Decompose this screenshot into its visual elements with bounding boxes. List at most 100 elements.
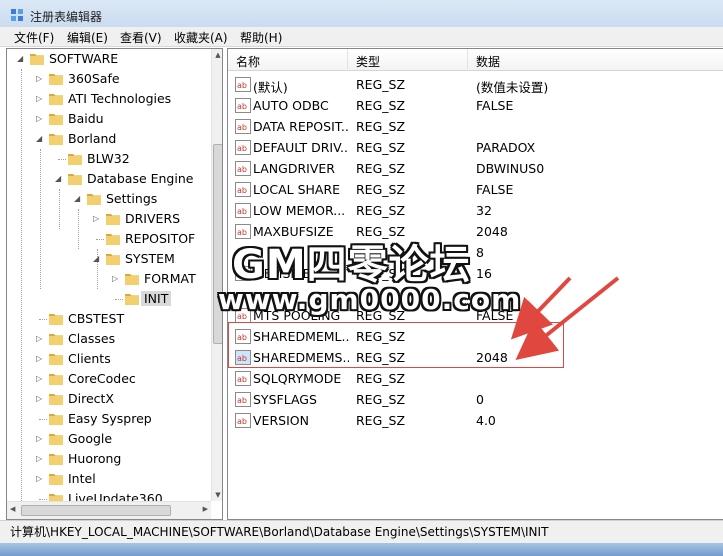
folder-icon [124, 291, 140, 306]
string-value-icon: ab [235, 161, 251, 176]
column-name[interactable]: 名称 [228, 49, 348, 71]
value-type: REG_SZ [356, 98, 406, 113]
collapse-arrow-icon[interactable]: ▷ [36, 435, 44, 443]
tree-item-label: Baidu [68, 111, 104, 126]
value-name: DEFAULT DRIV... [253, 140, 349, 155]
value-row[interactable]: ab (默认) REG_SZ (数值未设置) [228, 74, 723, 95]
tree-item-label: Borland [68, 131, 117, 146]
svg-text:ab: ab [237, 81, 247, 90]
watermark-url: www.gm0000.com [218, 283, 522, 316]
string-value-icon: ab [235, 182, 251, 197]
tree-item-label: SOFTWARE [49, 51, 119, 66]
value-type: REG_SZ [356, 77, 406, 92]
folder-icon [105, 211, 121, 226]
folder-icon [48, 111, 64, 126]
expand-arrow-icon[interactable]: ◢ [74, 195, 82, 203]
value-data: 2048 [476, 224, 508, 239]
string-value-icon: ab [235, 119, 251, 134]
tree-item-label: CBSTEST [68, 311, 125, 326]
value-name: AUTO ODBC [253, 98, 329, 113]
scroll-up-icon[interactable]: ▲ [212, 49, 222, 61]
folder-icon [48, 131, 64, 146]
menu-view[interactable]: 查看(V) [118, 29, 164, 46]
tree-connector [115, 299, 123, 300]
collapse-arrow-icon[interactable]: ▷ [36, 375, 44, 383]
value-name: SQLQRYMODE [253, 371, 342, 386]
column-type-label: 类型 [356, 55, 381, 69]
folder-icon [48, 431, 64, 446]
value-row[interactable]: ab DATA REPOSIT... REG_SZ [228, 116, 723, 137]
taskbar-strip [0, 543, 723, 556]
title-bar: 注册表编辑器 [0, 0, 723, 30]
collapse-arrow-icon[interactable]: ▷ [93, 215, 101, 223]
tree-guide-line [59, 189, 60, 229]
collapse-arrow-icon[interactable]: ▷ [36, 75, 44, 83]
value-row[interactable]: ab SQLQRYMODE REG_SZ [228, 368, 723, 389]
value-data: 32 [476, 203, 492, 218]
scroll-right-icon[interactable]: ▶ [203, 505, 208, 513]
menu-bar: 文件(F) 编辑(E) 查看(V) 收藏夹(A) 帮助(H) [0, 27, 723, 47]
tree-connector [39, 499, 47, 500]
string-value-icon: ab [235, 392, 251, 407]
tree-item-label: Easy Sysprep [68, 411, 152, 426]
column-data-label: 数据 [476, 55, 501, 69]
value-row[interactable]: ab VERSION REG_SZ 4.0 [228, 410, 723, 431]
collapse-arrow-icon[interactable]: ▷ [112, 275, 120, 283]
column-data[interactable]: 数据 [468, 49, 723, 71]
value-row[interactable]: ab LOCAL SHARE REG_SZ FALSE [228, 179, 723, 200]
collapse-arrow-icon[interactable]: ▷ [36, 355, 44, 363]
tree-hscroll-thumb[interactable] [21, 505, 171, 516]
collapse-arrow-icon[interactable]: ▷ [36, 395, 44, 403]
folder-icon [48, 371, 64, 386]
scroll-down-icon[interactable]: ▼ [212, 489, 222, 501]
collapse-arrow-icon[interactable]: ▷ [36, 95, 44, 103]
folder-icon [48, 471, 64, 486]
expand-arrow-icon[interactable]: ◢ [93, 255, 101, 263]
value-data: FALSE [476, 182, 514, 197]
menu-favorites[interactable]: 收藏夹(A) [172, 29, 230, 46]
column-type[interactable]: 类型 [348, 49, 468, 71]
value-type: REG_SZ [356, 182, 406, 197]
tree-item-label: DirectX [68, 391, 114, 406]
column-name-label: 名称 [236, 55, 261, 69]
tree-horizontal-scrollbar[interactable]: ◀ ▶ [7, 501, 211, 519]
collapse-arrow-icon[interactable]: ▷ [36, 455, 44, 463]
menu-edit[interactable]: 编辑(E) [65, 29, 110, 46]
value-name: DATA REPOSIT... [253, 119, 349, 134]
svg-text:ab: ab [237, 207, 247, 216]
value-type: REG_SZ [356, 161, 406, 176]
tree-item-label: Google [68, 431, 113, 446]
expand-arrow-icon[interactable]: ◢ [55, 175, 63, 183]
string-value-icon: ab [235, 140, 251, 155]
collapse-arrow-icon[interactable]: ▷ [36, 475, 44, 483]
value-data: DBWINUS0 [476, 161, 545, 176]
value-data: 0 [476, 392, 484, 407]
scroll-left-icon[interactable]: ◀ [10, 505, 15, 513]
tree-item-label: CoreCodec [68, 371, 136, 386]
value-row[interactable]: ab LOW MEMOR... REG_SZ 32 [228, 200, 723, 221]
expand-arrow-icon[interactable]: ◢ [36, 135, 44, 143]
registry-tree[interactable]: ◢ SOFTWARE ▷ 360Safe ▷ ATI Technologies ▷ Baidu… [6, 48, 223, 520]
folder-icon [124, 271, 140, 286]
folder-icon [29, 51, 45, 66]
collapse-arrow-icon[interactable]: ▷ [36, 115, 44, 123]
menu-help[interactable]: 帮助(H) [238, 29, 284, 46]
value-row[interactable]: ab SYSFLAGS REG_SZ 0 [228, 389, 723, 410]
tree-guide-line [21, 69, 22, 509]
expand-arrow-icon[interactable]: ◢ [17, 55, 25, 63]
folder-icon [48, 331, 64, 346]
tree-item-label: INIT [141, 291, 172, 306]
tree-connector [39, 419, 47, 420]
tree-item-label: Classes [68, 331, 116, 346]
value-row[interactable]: ab LANGDRIVER REG_SZ DBWINUS0 [228, 158, 723, 179]
value-row[interactable]: ab DEFAULT DRIV... REG_SZ PARADOX [228, 137, 723, 158]
value-type: REG_SZ [356, 392, 406, 407]
svg-text:ab: ab [237, 186, 247, 195]
collapse-arrow-icon[interactable]: ▷ [36, 335, 44, 343]
value-row[interactable]: ab AUTO ODBC REG_SZ FALSE [228, 95, 723, 116]
column-header: 名称 类型 数据 [228, 49, 723, 71]
watermark-title: GM四零论坛 [232, 242, 471, 288]
tree-vertical-scrollbar[interactable]: ▲ ▼ [211, 49, 222, 501]
folder-icon [105, 231, 121, 246]
menu-file[interactable]: 文件(F) [12, 29, 56, 46]
